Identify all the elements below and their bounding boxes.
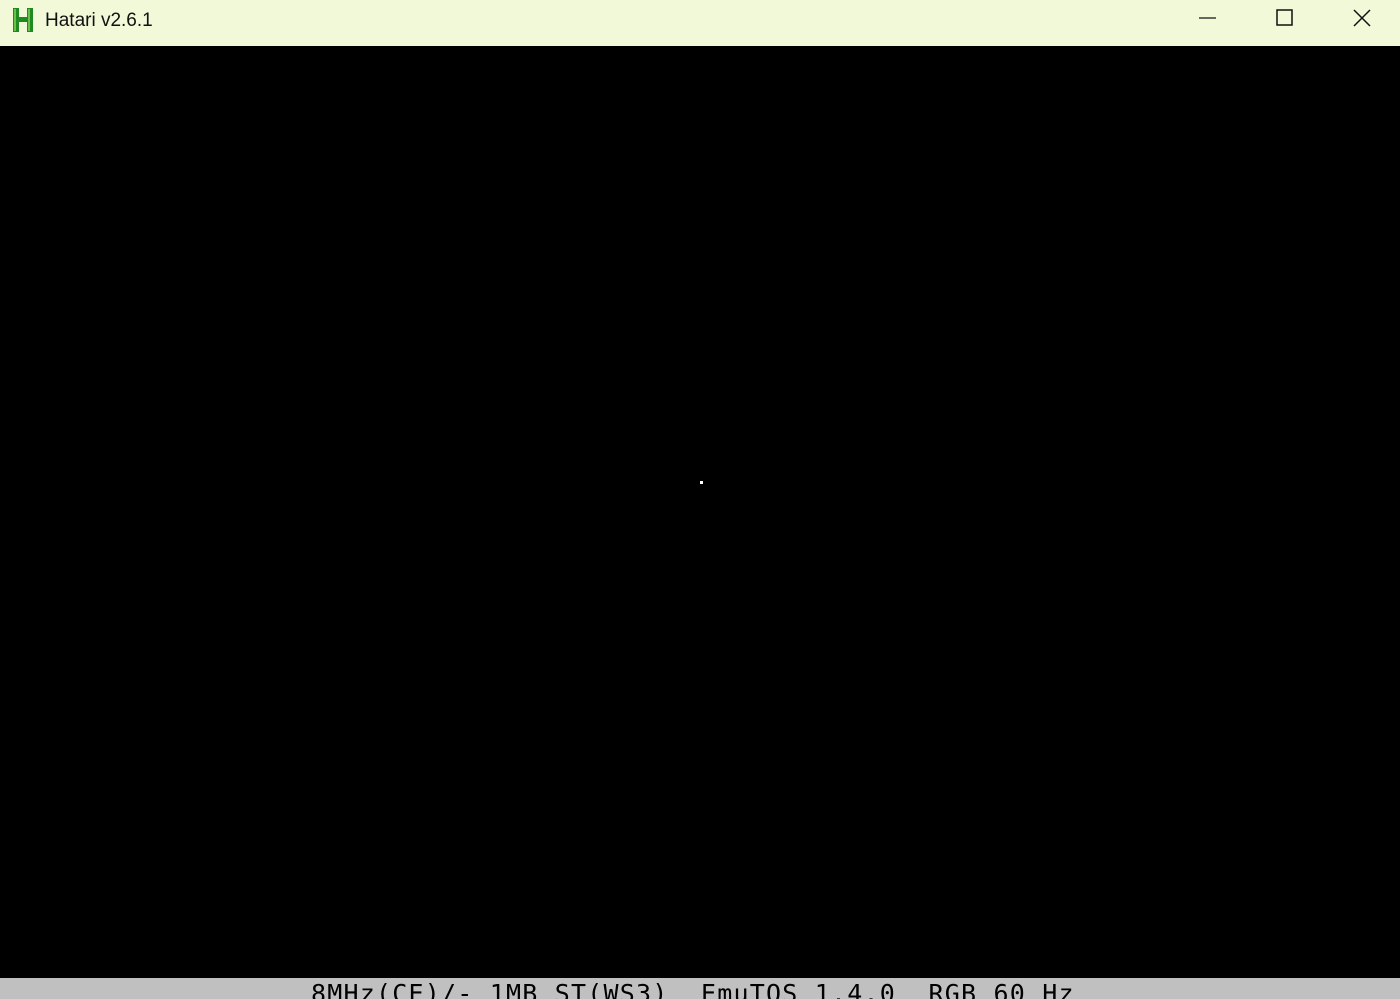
close-icon — [1353, 8, 1371, 32]
minimize-icon — [1199, 9, 1217, 32]
close-button[interactable] — [1327, 0, 1397, 40]
maximize-button[interactable] — [1250, 0, 1320, 40]
emulator-screen[interactable] — [0, 46, 1400, 978]
minimize-button[interactable] — [1173, 0, 1243, 40]
maximize-icon — [1276, 8, 1294, 32]
hatari-h-icon[interactable] — [12, 7, 34, 33]
hatari-window: Hatari v2.6.1 8MHz(CE)/- 1MB ST(WS3) Emu… — [0, 0, 1400, 999]
window-title: Hatari v2.6.1 — [45, 10, 153, 31]
status-bar: 8MHz(CE)/- 1MB ST(WS3) EmuTOS 1.4.0 RGB … — [0, 978, 1400, 999]
mouse-cursor-dot — [700, 481, 703, 484]
status-text: 8MHz(CE)/- 1MB ST(WS3) EmuTOS 1.4.0 RGB … — [311, 979, 1075, 999]
title-bar[interactable]: Hatari v2.6.1 — [0, 0, 1400, 46]
